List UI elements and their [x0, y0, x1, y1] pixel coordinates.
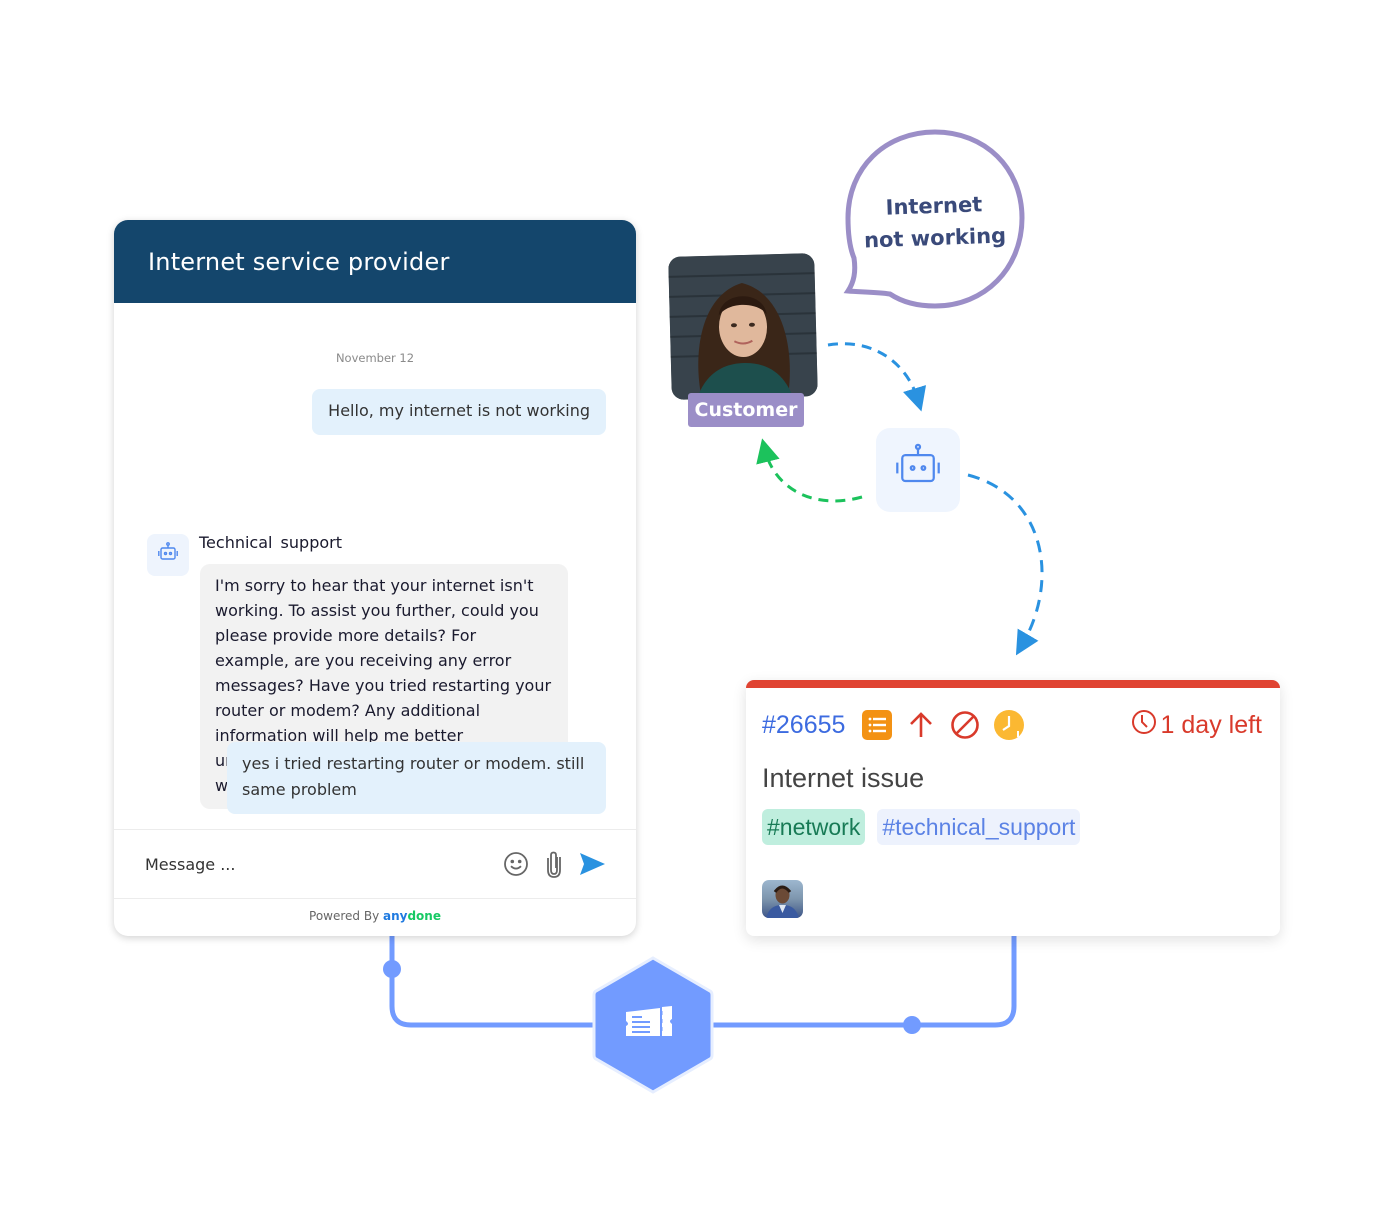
clock-alert-icon[interactable] [993, 709, 1025, 741]
chat-messages: November 12 Hello, my internet is not wo… [114, 303, 636, 829]
chat-widget: Internet service provider November 12 He… [114, 220, 636, 936]
speech-line-2: not working [863, 223, 1007, 253]
flow-node-left [383, 960, 401, 978]
ticket-title: Internet issue [762, 763, 925, 793]
date-separator: November 12 [335, 351, 415, 365]
user-message: yes i tried restarting router or modem. … [227, 742, 606, 814]
list-icon[interactable] [861, 709, 893, 741]
chat-header: Internet service provider [114, 220, 636, 303]
chat-title: Internet service provider [148, 247, 450, 276]
emoji-icon[interactable] [502, 850, 530, 878]
message-composer [114, 829, 636, 899]
due-date: 1 day left [1131, 709, 1262, 742]
customer-photo [668, 253, 818, 400]
powered-by: Powered By anydone [114, 909, 636, 923]
robot-icon [156, 541, 180, 569]
tag-network[interactable]: #network [762, 809, 866, 845]
assignee-avatar[interactable] [762, 880, 803, 918]
arrow-bot-to-ticket [967, 473, 1044, 656]
robot-icon [891, 441, 945, 499]
ticket-hexagon-node [592, 956, 714, 1094]
customer-label: Customer [688, 393, 804, 427]
user-message: Hello, my internet is not working [312, 389, 606, 435]
brand-part-1: any [383, 909, 408, 923]
ticket-card[interactable]: #26655 1 day left Internet issue #networ… [746, 680, 1280, 936]
brand-part-2: done [407, 909, 441, 923]
brand-logo[interactable]: anydone [383, 909, 441, 923]
arrow-up-icon[interactable] [905, 709, 937, 741]
ticket-priority-bar [746, 680, 1280, 688]
bot-avatar [147, 534, 189, 576]
flow-node-right [903, 1016, 921, 1034]
attachment-icon[interactable] [540, 850, 568, 878]
powered-by-label: Powered By [309, 909, 383, 923]
due-label: 1 day left [1160, 710, 1262, 739]
message-input[interactable] [145, 854, 485, 874]
speech-line-1: Internet [885, 192, 983, 220]
bot-name: Technical support [199, 533, 342, 552]
ticket-id[interactable]: #26655 [762, 711, 845, 740]
ticket-tags: #network #technical_support [762, 809, 1081, 845]
clock-icon [1131, 709, 1157, 742]
bot-node [876, 428, 960, 512]
send-icon[interactable] [578, 850, 606, 878]
arrow-customer-to-bot [827, 342, 927, 412]
blocked-icon[interactable] [949, 709, 981, 741]
speech-text: Internet not working [861, 187, 1008, 256]
tag-technical-support[interactable]: #technical_support [877, 809, 1081, 845]
arrow-bot-to-customer [756, 438, 863, 503]
